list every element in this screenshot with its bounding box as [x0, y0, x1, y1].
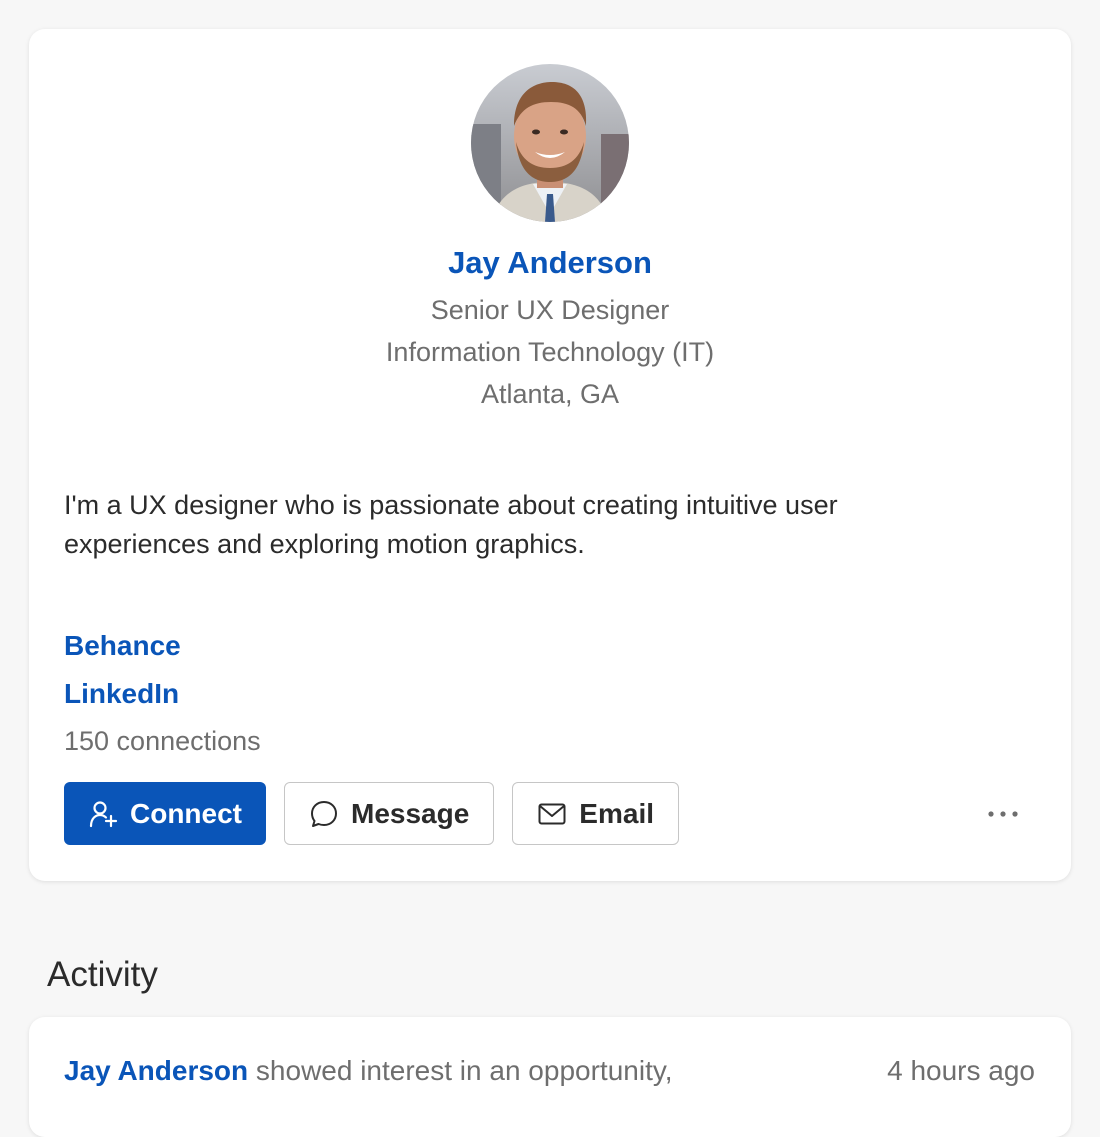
- profile-department: Information Technology (IT): [385, 337, 715, 367]
- activity-timestamp: 4 hours ago: [887, 1055, 1035, 1086]
- activity-card: Jay Anderson showed interest in an oppor…: [29, 1017, 1071, 1137]
- profile-name[interactable]: Jay Anderson: [29, 241, 1071, 285]
- activity-item: Jay Anderson showed interest in an oppor…: [64, 1051, 673, 1091]
- profile-actions: Connect Message Email: [64, 782, 679, 845]
- profile-links: Behance LinkedIn: [64, 622, 181, 718]
- behance-link[interactable]: Behance: [64, 622, 181, 670]
- add-person-icon: [89, 800, 118, 827]
- activity-actor-link[interactable]: Jay Anderson: [64, 1055, 248, 1086]
- profile-header: Jay Anderson Senior UX Designer Informat…: [29, 241, 1071, 415]
- connect-button[interactable]: Connect: [64, 782, 266, 845]
- avatar[interactable]: [471, 64, 629, 222]
- message-label: Message: [351, 797, 470, 829]
- activity-description: showed interest in an opportunity,: [255, 1055, 673, 1086]
- user-photo-icon: [471, 64, 629, 222]
- more-options-button[interactable]: [983, 799, 1023, 829]
- mail-icon: [538, 803, 566, 824]
- profile-title: Senior UX Designer: [430, 295, 670, 325]
- profile-bio: I'm a UX designer who is passionate abou…: [64, 490, 838, 559]
- chat-bubble-icon: [311, 800, 337, 827]
- profile-location: Atlanta, GA: [480, 379, 620, 409]
- message-button[interactable]: Message: [284, 782, 495, 845]
- more-horizontal-icon: [988, 811, 1018, 817]
- activity-section-title: Activity: [47, 955, 158, 994]
- email-button[interactable]: Email: [512, 782, 679, 845]
- email-label: Email: [579, 797, 654, 829]
- linkedin-link[interactable]: LinkedIn: [64, 670, 181, 718]
- connect-label: Connect: [130, 797, 242, 829]
- connections-count[interactable]: 150 connections: [64, 721, 261, 761]
- profile-card: Jay Anderson Senior UX Designer Informat…: [29, 29, 1071, 881]
